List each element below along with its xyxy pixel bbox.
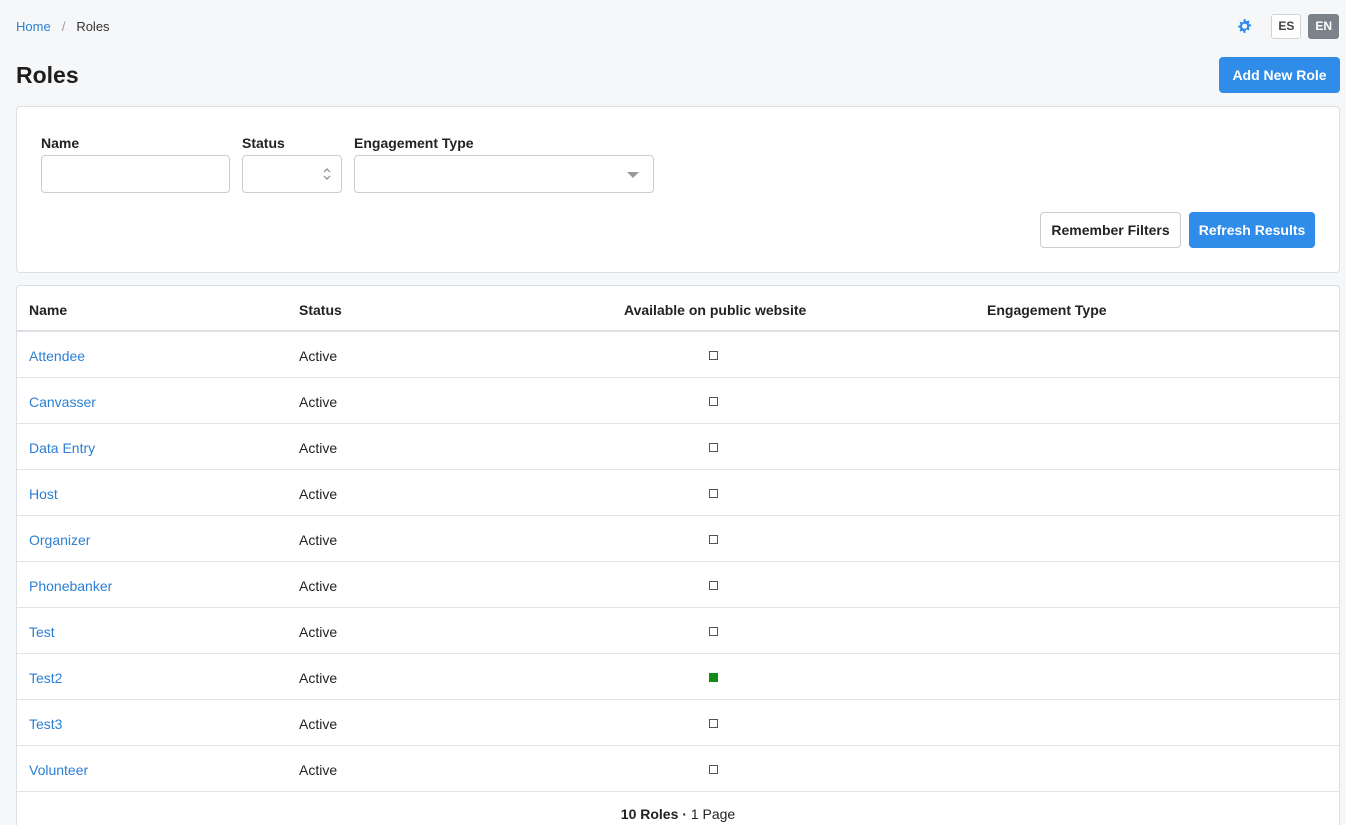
role-count: 10 Roles [620, 806, 679, 822]
column-header-engagement-type[interactable]: Engagement Type [987, 302, 1107, 318]
status-filter-select[interactable] [242, 155, 342, 193]
breadcrumb-home-link[interactable]: Home [16, 19, 51, 34]
public-website-checkbox [709, 351, 718, 360]
role-status-cell: Active [299, 762, 338, 778]
table-row: Attendee Active [17, 332, 1339, 378]
table-row: Host Active [17, 470, 1339, 516]
role-name-cell: Phonebanker [29, 578, 112, 594]
table-row: Phonebanker Active [17, 562, 1339, 608]
role-name-link[interactable]: Test2 [29, 670, 62, 686]
roles-table: Name Status Available on public website … [16, 285, 1340, 825]
role-name-link[interactable]: Host [29, 486, 58, 502]
public-website-checkbox [709, 627, 718, 636]
public-website-checkbox [709, 443, 718, 452]
role-name-cell: Host [29, 486, 58, 502]
role-name-cell: Organizer [29, 532, 90, 548]
column-header-name[interactable]: Name [29, 302, 67, 318]
top-actions: ES EN [1236, 13, 1339, 39]
table-header: Name Status Available on public website … [17, 286, 1339, 332]
summary-separator: · [682, 806, 687, 822]
public-website-checkbox [709, 581, 718, 590]
table-row: Test2 Active [17, 654, 1339, 700]
role-name-cell: Test [29, 624, 55, 640]
table-body: Attendee Active Canvasser Active Data Entry A… [17, 332, 1339, 792]
table-row: Test3 Active [17, 700, 1339, 746]
status-filter-label: Status [242, 135, 285, 151]
table-row: Organizer Active [17, 516, 1339, 562]
top-bar: Home / Roles ES EN [16, 13, 1339, 39]
role-name-cell: Data Entry [29, 440, 95, 456]
public-website-checkbox [709, 719, 718, 728]
public-website-checkbox [709, 673, 718, 682]
refresh-results-button[interactable]: Refresh Results [1189, 212, 1315, 248]
chevron-down-icon [627, 172, 639, 178]
public-website-checkbox [709, 397, 718, 406]
table-row: Test Active [17, 608, 1339, 654]
gear-icon[interactable] [1236, 18, 1252, 34]
role-name-link[interactable]: Attendee [29, 348, 85, 364]
role-status-cell: Active [299, 670, 338, 686]
table-summary: 10 Roles · 1 Page [17, 806, 1339, 822]
public-website-checkbox [709, 765, 718, 774]
role-name-cell: Test2 [29, 670, 62, 686]
table-row: Canvasser Active [17, 378, 1339, 424]
role-name-cell: Test3 [29, 716, 62, 732]
role-status-cell: Active [299, 578, 338, 594]
role-status-cell: Active [299, 440, 338, 456]
role-name-link[interactable]: Test3 [29, 716, 62, 732]
role-name-link[interactable]: Data Entry [29, 440, 95, 456]
column-header-status[interactable]: Status [299, 302, 342, 318]
filter-panel: Name Status Engagement Type Remember Fil… [16, 106, 1340, 273]
role-name-link[interactable]: Phonebanker [29, 578, 112, 594]
breadcrumb: Home / Roles [16, 19, 110, 34]
role-name-link[interactable]: Organizer [29, 532, 90, 548]
role-name-cell: Attendee [29, 348, 85, 364]
up-down-arrows-icon [323, 168, 331, 180]
role-status-cell: Active [299, 716, 338, 732]
role-name-link[interactable]: Volunteer [29, 762, 88, 778]
name-filter-input[interactable] [41, 155, 230, 193]
role-status-cell: Active [299, 348, 338, 364]
page-count: 1 Page [690, 806, 736, 822]
language-es-button[interactable]: ES [1271, 13, 1302, 39]
language-en-button[interactable]: EN [1308, 13, 1339, 39]
engagement-type-filter-label: Engagement Type [354, 135, 474, 151]
public-website-checkbox [709, 489, 718, 498]
column-header-public[interactable]: Available on public website [624, 302, 806, 318]
table-row: Data Entry Active [17, 424, 1339, 470]
role-status-cell: Active [299, 394, 338, 410]
breadcrumb-separator: / [61, 18, 66, 34]
page-title: Roles [16, 62, 79, 88]
breadcrumb-current: Roles [76, 18, 110, 34]
role-name-link[interactable]: Test [29, 624, 55, 640]
role-name-cell: Volunteer [29, 762, 88, 778]
role-name-link[interactable]: Canvasser [29, 394, 96, 410]
role-status-cell: Active [299, 486, 338, 502]
add-new-role-button[interactable]: Add New Role [1219, 57, 1340, 93]
role-name-cell: Canvasser [29, 394, 96, 410]
table-row: Volunteer Active [17, 746, 1339, 792]
role-status-cell: Active [299, 532, 338, 548]
engagement-type-filter-select[interactable] [354, 155, 654, 193]
remember-filters-button[interactable]: Remember Filters [1040, 212, 1181, 248]
name-filter-label: Name [41, 135, 80, 151]
public-website-checkbox [709, 535, 718, 544]
role-status-cell: Active [299, 624, 338, 640]
